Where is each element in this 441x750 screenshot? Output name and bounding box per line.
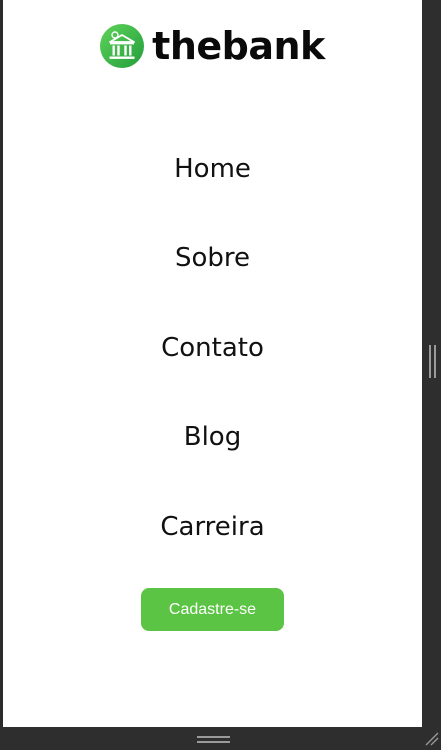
resize-corner-icon[interactable]: [424, 731, 439, 746]
page-viewport: thebank Home Sobre Contato Blog Carreira…: [3, 0, 422, 727]
nav-item-carreira[interactable]: Carreira: [3, 511, 422, 543]
nav-item-sobre[interactable]: Sobre: [3, 242, 422, 274]
vertical-resize-handle-icon[interactable]: [429, 345, 436, 378]
brand-header[interactable]: thebank: [3, 22, 422, 70]
signup-button[interactable]: Cadastre-se: [141, 588, 284, 631]
bank-building-icon: [100, 24, 145, 68]
nav-item-home[interactable]: Home: [3, 153, 422, 185]
brand-name: thebank: [152, 24, 325, 68]
nav-item-blog[interactable]: Blog: [3, 421, 422, 453]
nav-item-contato[interactable]: Contato: [3, 332, 422, 364]
horizontal-resize-handle-icon[interactable]: [197, 736, 230, 743]
